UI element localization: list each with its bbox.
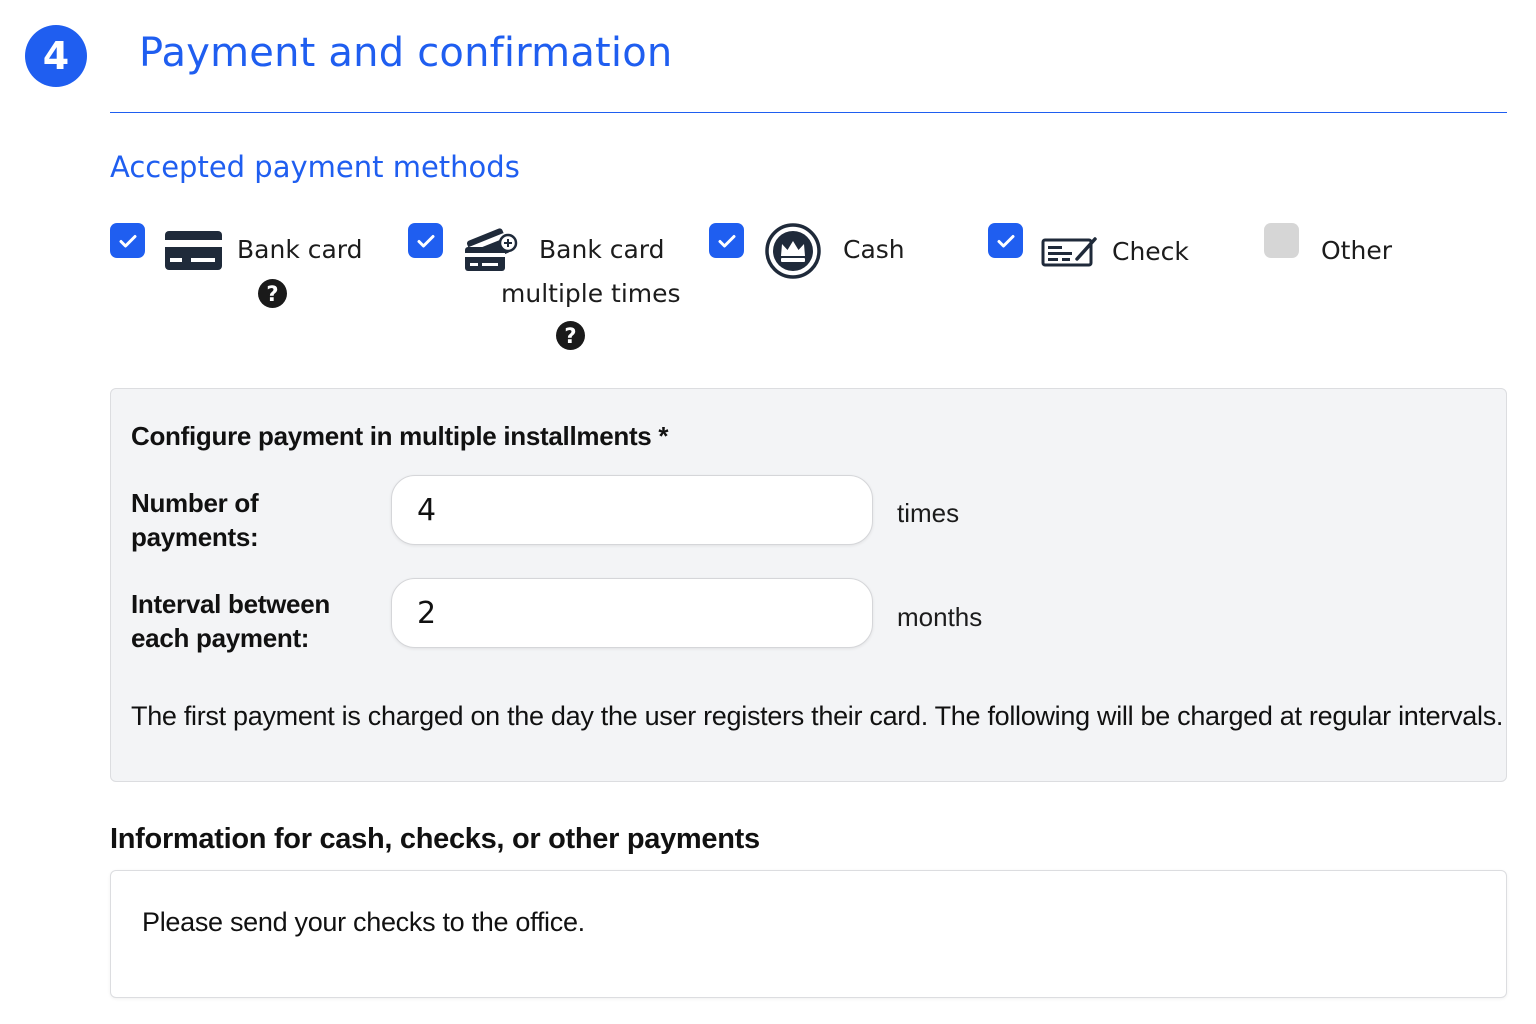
check-label: Check [1112,237,1189,266]
bank-card-help-icon[interactable]: ? [258,279,287,308]
number-of-payments-label-line1: Number of [131,488,259,518]
interval-unit: months [897,602,983,632]
number-of-payments-input[interactable]: 4 [391,475,873,545]
bank-card-multiple-label-line2: multiple times [501,279,681,308]
bank-card-checkbox[interactable] [110,223,145,258]
other-label: Other [1321,236,1392,265]
section-divider [110,112,1507,113]
bank-card-label: Bank card [237,235,363,264]
cash-crown-icon [765,223,821,279]
check-checkbox[interactable] [988,223,1023,258]
step-number-badge: 4 [25,25,87,87]
interval-input[interactable]: 2 [391,578,873,648]
number-of-payments-unit: times [897,498,960,528]
info-heading: Information for cash, checks, or other p… [110,823,760,855]
installments-panel: Configure payment in multiple installmen… [110,388,1507,782]
info-textarea[interactable]: Please send your checks to the office. [110,870,1507,998]
credit-card-icon [165,231,222,270]
interval-label-line1: Interval between [131,589,330,619]
info-text: Please send your checks to the office. [142,907,585,937]
number-of-payments-label: Number of payments: [131,486,259,554]
cash-label: Cash [843,235,905,264]
installments-heading: Configure payment in multiple installmen… [131,421,669,451]
bank-card-multiple-help-icon[interactable]: ? [556,321,585,350]
page-title: Payment and confirmation [139,30,673,76]
cash-checkbox[interactable] [709,223,744,258]
check-cheque-icon [1041,237,1097,267]
checkmark-icon [997,234,1014,247]
other-checkbox[interactable] [1264,223,1299,258]
multiple-cards-icon [465,228,518,271]
bank-card-multiple-label: Bank card [539,235,665,264]
installments-note: The first payment is charged on the day … [131,701,1504,731]
interval-label: Interval between each payment: [131,587,330,655]
number-of-payments-label-line2: payments: [131,522,259,552]
bank-card-multiple-checkbox[interactable] [408,223,443,258]
payment-methods-heading: Accepted payment methods [110,150,520,184]
checkmark-icon [119,234,136,247]
checkmark-icon [417,234,434,247]
checkmark-icon [718,234,735,247]
interval-label-line2: each payment: [131,623,310,653]
